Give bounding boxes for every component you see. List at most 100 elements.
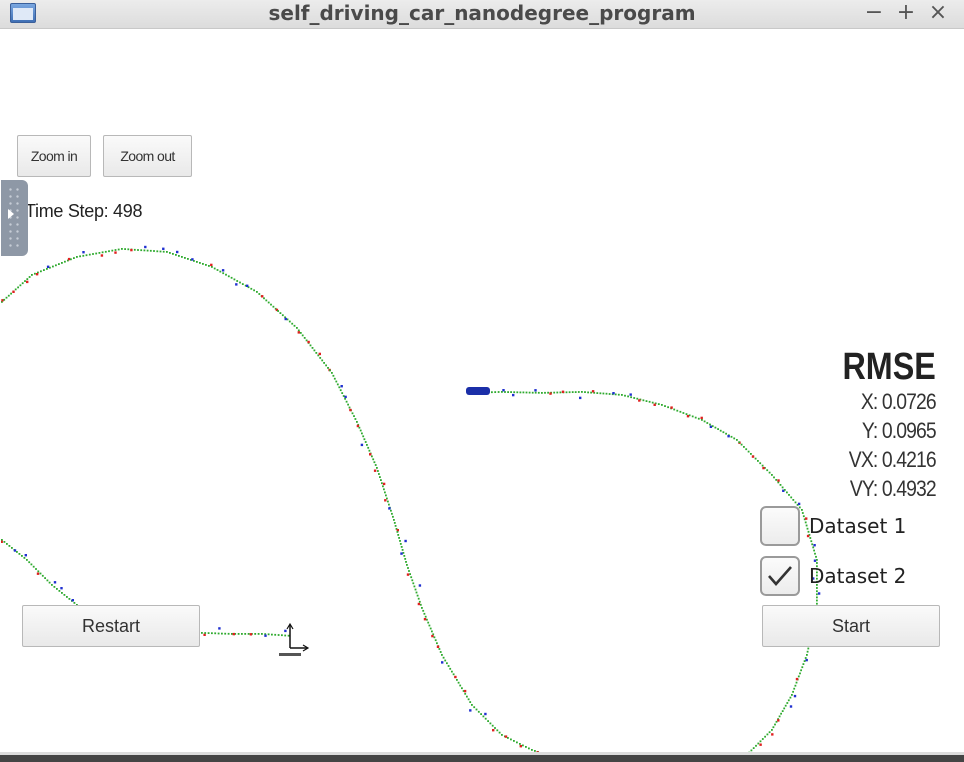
ground-truth-point (401, 549, 404, 551)
ground-truth-point (329, 369, 331, 372)
ground-truth-point (685, 413, 688, 415)
ground-truth-point (816, 590, 818, 593)
ground-truth-point (21, 555, 23, 557)
ground-truth-point (250, 287, 253, 290)
ground-truth-point (405, 561, 407, 563)
ground-truth-point (254, 633, 257, 635)
lidar-measurement (423, 618, 427, 621)
ground-truth-point (277, 634, 280, 636)
restart-button[interactable]: Restart (22, 605, 200, 647)
start-button[interactable]: Start (762, 605, 940, 647)
lidar-measurement (35, 273, 39, 276)
title-bar[interactable]: self_driving_car_nanodegree_program − + … (0, 0, 964, 29)
ground-truth-point (52, 265, 54, 268)
ground-truth-point (444, 659, 447, 662)
lidar-measurement (67, 257, 71, 261)
ground-truth-point (590, 391, 592, 394)
dataset-2-checkbox[interactable] (760, 556, 800, 596)
ground-truth-point (783, 707, 786, 710)
radar-measurement (284, 317, 287, 321)
ground-truth-point (507, 737, 509, 739)
ground-truth-point (801, 666, 804, 669)
ground-truth-point (791, 694, 793, 696)
ground-truth-point (411, 579, 414, 582)
close-button[interactable]: × (926, 0, 950, 26)
ground-truth-point (85, 254, 88, 257)
radar-measurement (502, 389, 505, 392)
ground-truth-point (293, 324, 296, 327)
radar-measurement (82, 251, 85, 254)
radar-measurement (344, 395, 347, 399)
ground-truth-point (768, 471, 771, 474)
rmse-title: RMSE (842, 346, 936, 388)
ground-truth-point (657, 403, 660, 405)
ground-truth-point (664, 405, 666, 407)
ground-truth-point (414, 588, 417, 591)
ground-truth-point (537, 391, 540, 394)
ground-truth-point (810, 540, 813, 543)
ground-truth-point (780, 712, 782, 715)
ground-truth-point (418, 600, 421, 603)
ground-truth-point (391, 512, 393, 515)
ground-truth-point (305, 339, 308, 342)
ground-truth-point (267, 633, 270, 636)
ground-truth-point (175, 254, 177, 256)
ground-truth-point (281, 634, 283, 637)
ground-truth-point (787, 699, 790, 702)
lidar-measurement (700, 416, 703, 420)
ground-truth-point (792, 690, 794, 693)
ground-truth-point (424, 615, 427, 618)
ground-truth-point (547, 391, 549, 394)
dataset-1-checkbox[interactable] (760, 506, 800, 546)
ground-truth-point (382, 485, 384, 488)
ground-truth-point (272, 305, 275, 308)
panel-handle-icon[interactable] (1, 180, 28, 256)
ground-truth-point (236, 280, 239, 282)
simulator-canvas[interactable]: Zoom in Zoom out Time Step: 498 RMSE X: … (1, 29, 962, 752)
coordinate-axes-icon (279, 622, 310, 656)
ground-truth-point (544, 391, 546, 394)
ground-truth-point (127, 248, 130, 251)
maximize-button[interactable]: + (894, 0, 918, 26)
lidar-measurement (384, 499, 387, 502)
ground-truth-point (10, 292, 12, 295)
ground-truth-point (17, 286, 19, 289)
ground-truth-point (26, 559, 28, 561)
ground-truth-point (703, 420, 706, 423)
minimize-button[interactable]: − (862, 0, 886, 26)
lidar-measurement (805, 517, 808, 520)
ground-truth-point (525, 746, 527, 748)
lidar-measurement (114, 251, 117, 254)
ground-truth-point (441, 654, 443, 656)
ground-truth-point (426, 618, 428, 621)
ground-truth-point (399, 540, 401, 542)
ground-truth-point (347, 403, 349, 406)
ground-truth-point (691, 415, 694, 418)
ground-truth-point (331, 372, 333, 374)
zoom-in-button[interactable]: Zoom in (17, 135, 91, 177)
ground-truth-point (673, 408, 676, 411)
zoom-out-button[interactable]: Zoom out (103, 135, 192, 177)
ground-truth-point (358, 426, 361, 429)
ground-truth-point (44, 577, 46, 579)
ground-truth-point (287, 634, 290, 637)
ground-truth-point (771, 729, 773, 731)
ground-truth-point (733, 437, 736, 440)
ground-truth-point (789, 696, 792, 699)
ground-truth-point (467, 698, 470, 701)
ground-truth-point (784, 704, 787, 707)
lidar-measurement (307, 340, 310, 344)
ground-truth-point (277, 310, 279, 312)
ground-truth-point (153, 250, 155, 252)
ground-truth-point (491, 724, 494, 727)
radar-measurement (24, 554, 27, 557)
ground-truth-point (207, 632, 210, 634)
ground-truth-point (19, 284, 22, 287)
ground-truth-point (335, 380, 338, 383)
ground-truth-point (480, 713, 482, 715)
ground-truth-point (489, 722, 492, 725)
ground-truth-point (779, 484, 782, 486)
ground-truth-point (642, 399, 645, 402)
ground-truth-point (373, 461, 376, 464)
lidar-measurement (771, 733, 774, 736)
